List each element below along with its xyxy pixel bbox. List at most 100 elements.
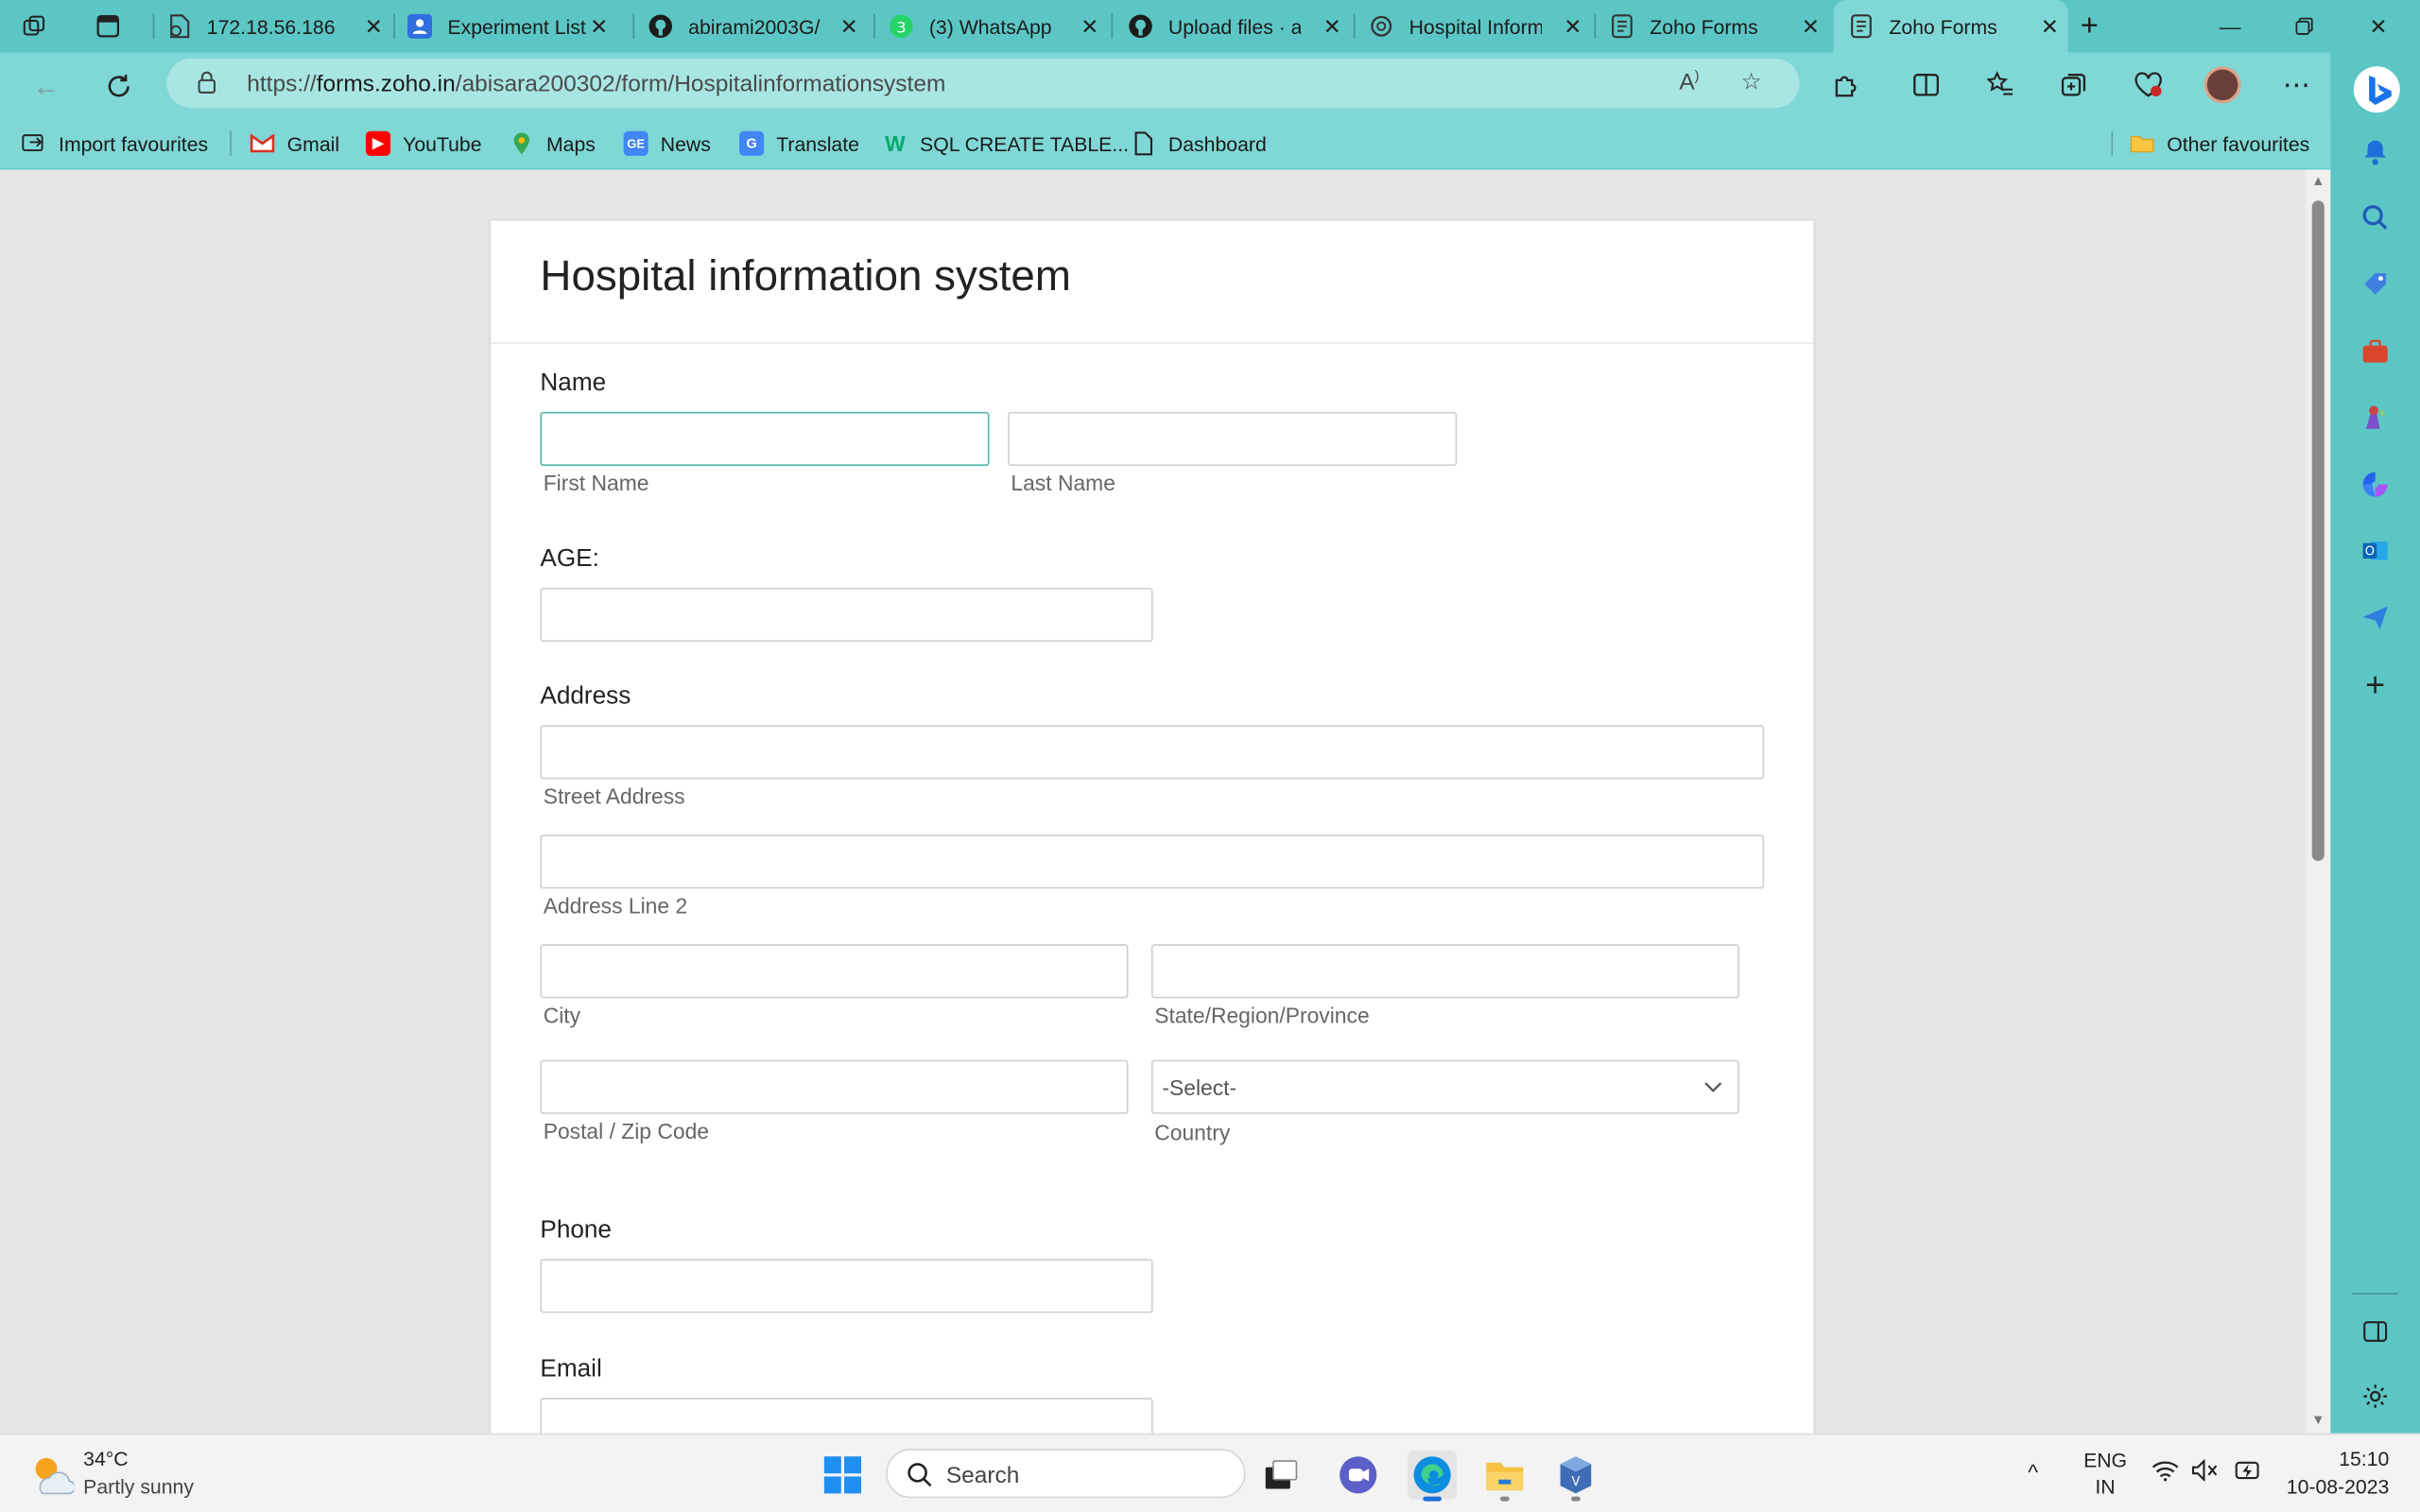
collections-icon[interactable]: [2056, 66, 2093, 103]
tab-6[interactable]: Hospital Inform ✕: [1369, 0, 1591, 53]
notifications-icon[interactable]: [2360, 136, 2391, 167]
scroll-up-icon[interactable]: ▲: [2308, 173, 2327, 188]
state-input[interactable]: [1150, 944, 1739, 999]
email-input[interactable]: [540, 1398, 1153, 1434]
close-tab-icon[interactable]: ✕: [2041, 13, 2059, 40]
start-button[interactable]: [818, 1451, 867, 1500]
tab-5[interactable]: Upload files · al ✕: [1128, 0, 1350, 53]
bookmark-label: YouTube: [403, 131, 482, 156]
last-name-input[interactable]: [1008, 411, 1458, 467]
battery-charging-icon[interactable]: [2232, 1459, 2263, 1486]
tab-4[interactable]: 3 (3) WhatsApp ✕: [889, 0, 1108, 53]
bookmark-gmail[interactable]: Gmail: [250, 127, 339, 161]
task-view-button[interactable]: [1256, 1451, 1305, 1500]
tab-separator: [1111, 13, 1114, 39]
page-scrollbar[interactable]: ▲ ▼: [2306, 169, 2331, 1434]
tools-briefcase-icon[interactable]: [2360, 336, 2391, 368]
zip-code-caption: Postal / Zip Code: [543, 1118, 710, 1143]
tab-actions-button[interactable]: [95, 0, 142, 53]
minimize-button[interactable]: —: [2195, 0, 2266, 53]
running-app-indicator: [1571, 1496, 1581, 1502]
add-sidebar-app-icon[interactable]: +: [2360, 665, 2391, 704]
copilot-icon[interactable]: [2360, 469, 2391, 500]
scroll-down-icon[interactable]: ▼: [2308, 1412, 2327, 1427]
tab-2[interactable]: Experiment List ✕: [407, 0, 617, 53]
bookmark-youtube[interactable]: ▶ YouTube: [365, 127, 482, 161]
bookmark-translate[interactable]: G Translate: [739, 127, 859, 161]
close-tab-icon[interactable]: ✕: [840, 13, 858, 40]
bookmarks-bar: Import favourites Gmail ▶ YouTube Maps G…: [0, 117, 2331, 170]
close-tab-icon[interactable]: ✕: [1080, 13, 1098, 40]
weather-widget[interactable]: [27, 1451, 76, 1504]
edge-taskbar-button[interactable]: [1407, 1450, 1458, 1502]
bing-chat-button[interactable]: [2352, 65, 2401, 114]
bookmark-other-favourites[interactable]: Other favourites: [2130, 127, 2309, 161]
tab-8-active[interactable]: Zoho Forms ✕: [1833, 0, 2068, 53]
scrollbar-thumb[interactable]: [2311, 200, 2325, 862]
shopping-tag-icon[interactable]: [2360, 268, 2391, 300]
workspaces-button[interactable]: [22, 0, 68, 53]
clock-time[interactable]: 15:10: [2290, 1447, 2389, 1469]
form-card: Hospital information system Name First N…: [491, 220, 1814, 1434]
read-aloud-icon[interactable]: A): [1679, 68, 1699, 95]
settings-gear-icon[interactable]: [2360, 1381, 2391, 1412]
tab-7[interactable]: Zoho Forms ✕: [1610, 0, 1829, 53]
tab-3[interactable]: abirami2003G/ ✕: [648, 0, 868, 53]
more-options-icon[interactable]: ⋯: [2278, 66, 2315, 103]
city-input[interactable]: [540, 944, 1129, 999]
favorites-icon[interactable]: [1981, 66, 2018, 103]
language-indicator[interactable]: ENG IN: [2083, 1449, 2127, 1498]
age-label: AGE:: [540, 545, 599, 573]
show-hidden-icons-chevron-icon[interactable]: ^: [2028, 1459, 2038, 1484]
chevron-down-icon: [1703, 1074, 1722, 1098]
bookmark-sql-create-table[interactable]: W SQL CREATE TABLE...: [883, 127, 1129, 161]
tab-1[interactable]: 172.18.56.186 ✕: [166, 0, 391, 53]
close-tab-icon[interactable]: ✕: [365, 13, 383, 40]
page-icon: [1132, 131, 1156, 156]
games-icon[interactable]: [2360, 403, 2391, 434]
hide-sidebar-icon[interactable]: [2360, 1316, 2391, 1348]
street-address-input[interactable]: [540, 725, 1765, 780]
address-line2-input[interactable]: [540, 834, 1765, 889]
profile-avatar[interactable]: [2204, 66, 2241, 104]
wifi-icon[interactable]: [2152, 1459, 2179, 1486]
email-label: Email: [540, 1356, 602, 1383]
bookmark-maps[interactable]: Maps: [510, 127, 596, 161]
phone-input[interactable]: [540, 1259, 1153, 1314]
bookmark-news[interactable]: GE News: [623, 127, 711, 161]
new-tab-button[interactable]: +: [2081, 0, 2118, 53]
bookmark-import-favourites[interactable]: Import favourites: [22, 127, 208, 161]
close-tab-icon[interactable]: ✕: [1564, 13, 1582, 40]
file-explorer-button[interactable]: [1480, 1451, 1530, 1502]
teams-chat-button[interactable]: [1334, 1451, 1383, 1500]
close-window-button[interactable]: ✕: [2342, 0, 2413, 53]
close-tab-icon[interactable]: ✕: [1323, 13, 1341, 40]
bookmark-dashboard[interactable]: Dashboard: [1132, 127, 1267, 161]
zip-code-input[interactable]: [540, 1059, 1129, 1114]
back-button[interactable]: ←: [23, 63, 69, 110]
extensions-icon[interactable]: [1827, 66, 1864, 103]
bookmark-label: Dashboard: [1167, 131, 1267, 156]
volume-muted-icon[interactable]: [2191, 1458, 2219, 1486]
bookmark-label: Translate: [776, 131, 859, 156]
refresh-button[interactable]: [95, 63, 142, 110]
virtualbox-button[interactable]: V: [1551, 1451, 1600, 1502]
send-icon[interactable]: [2360, 602, 2391, 633]
split-screen-icon[interactable]: [1908, 66, 1945, 103]
search-sidebar-icon[interactable]: [2360, 202, 2391, 233]
tab-title: 172.18.56.186: [206, 14, 336, 38]
url-text[interactable]: https://forms.zoho.in/abisara200302/form…: [247, 71, 945, 97]
clock-date[interactable]: 10-08-2023: [2278, 1475, 2390, 1498]
age-input[interactable]: [540, 588, 1153, 643]
favorite-star-icon[interactable]: ☆: [1741, 68, 1762, 95]
close-tab-icon[interactable]: ✕: [1802, 13, 1820, 40]
taskbar-search[interactable]: Search: [886, 1449, 1246, 1499]
address-bar[interactable]: https://forms.zoho.in/abisara200302/form…: [166, 59, 1800, 109]
country-select[interactable]: -Select-: [1150, 1059, 1739, 1114]
restore-button[interactable]: [2269, 0, 2340, 53]
tab-title: Hospital Inform: [1409, 14, 1543, 38]
outlook-icon[interactable]: O: [2360, 536, 2391, 567]
browser-essentials-icon[interactable]: [2130, 66, 2167, 103]
close-tab-icon[interactable]: ✕: [590, 13, 608, 40]
first-name-input[interactable]: [540, 411, 990, 467]
